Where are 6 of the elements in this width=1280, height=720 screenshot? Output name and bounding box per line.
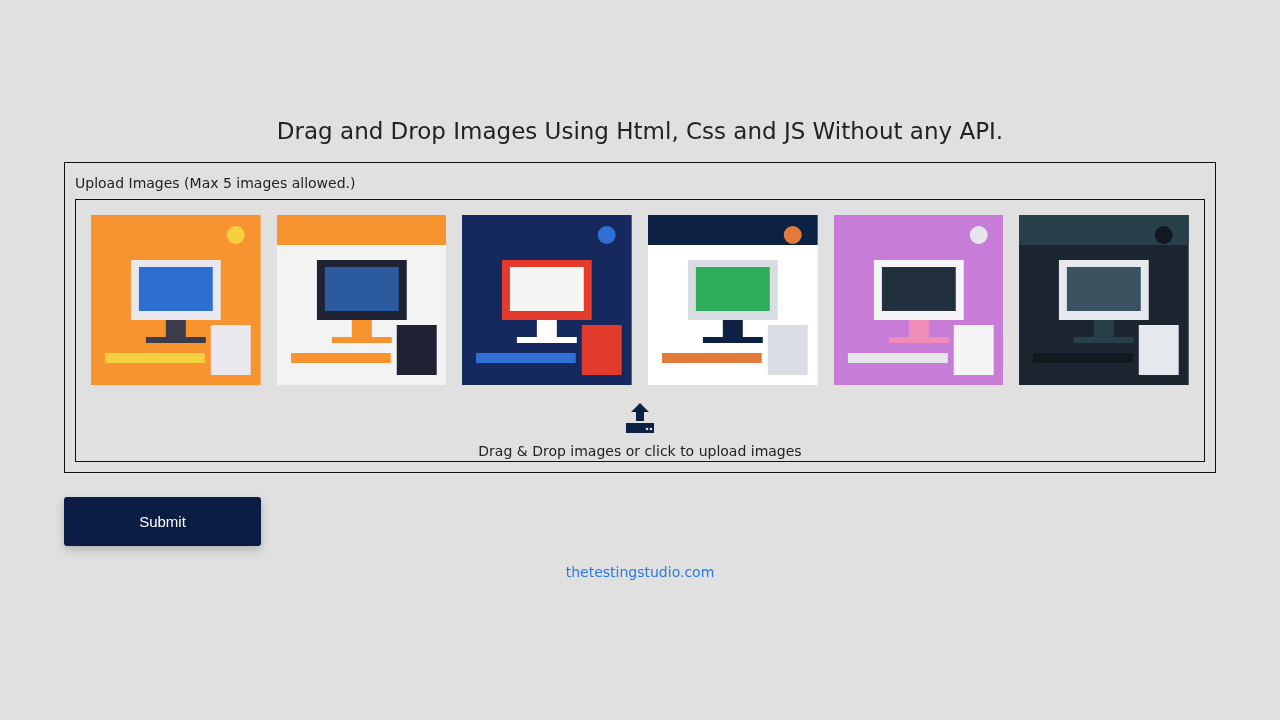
upload-label: Upload Images (Max 5 images allowed.) xyxy=(75,175,357,191)
upload-icon xyxy=(624,401,656,433)
page-title: Drag and Drop Images Using Html, Css and JS Without any API. xyxy=(275,118,1005,144)
drop-zone[interactable]: Drag & Drop images or click to upload images xyxy=(75,199,1205,462)
upload-hint: Drag & Drop images or click to upload images xyxy=(478,443,802,459)
submit-button[interactable]: Submit xyxy=(64,497,261,546)
